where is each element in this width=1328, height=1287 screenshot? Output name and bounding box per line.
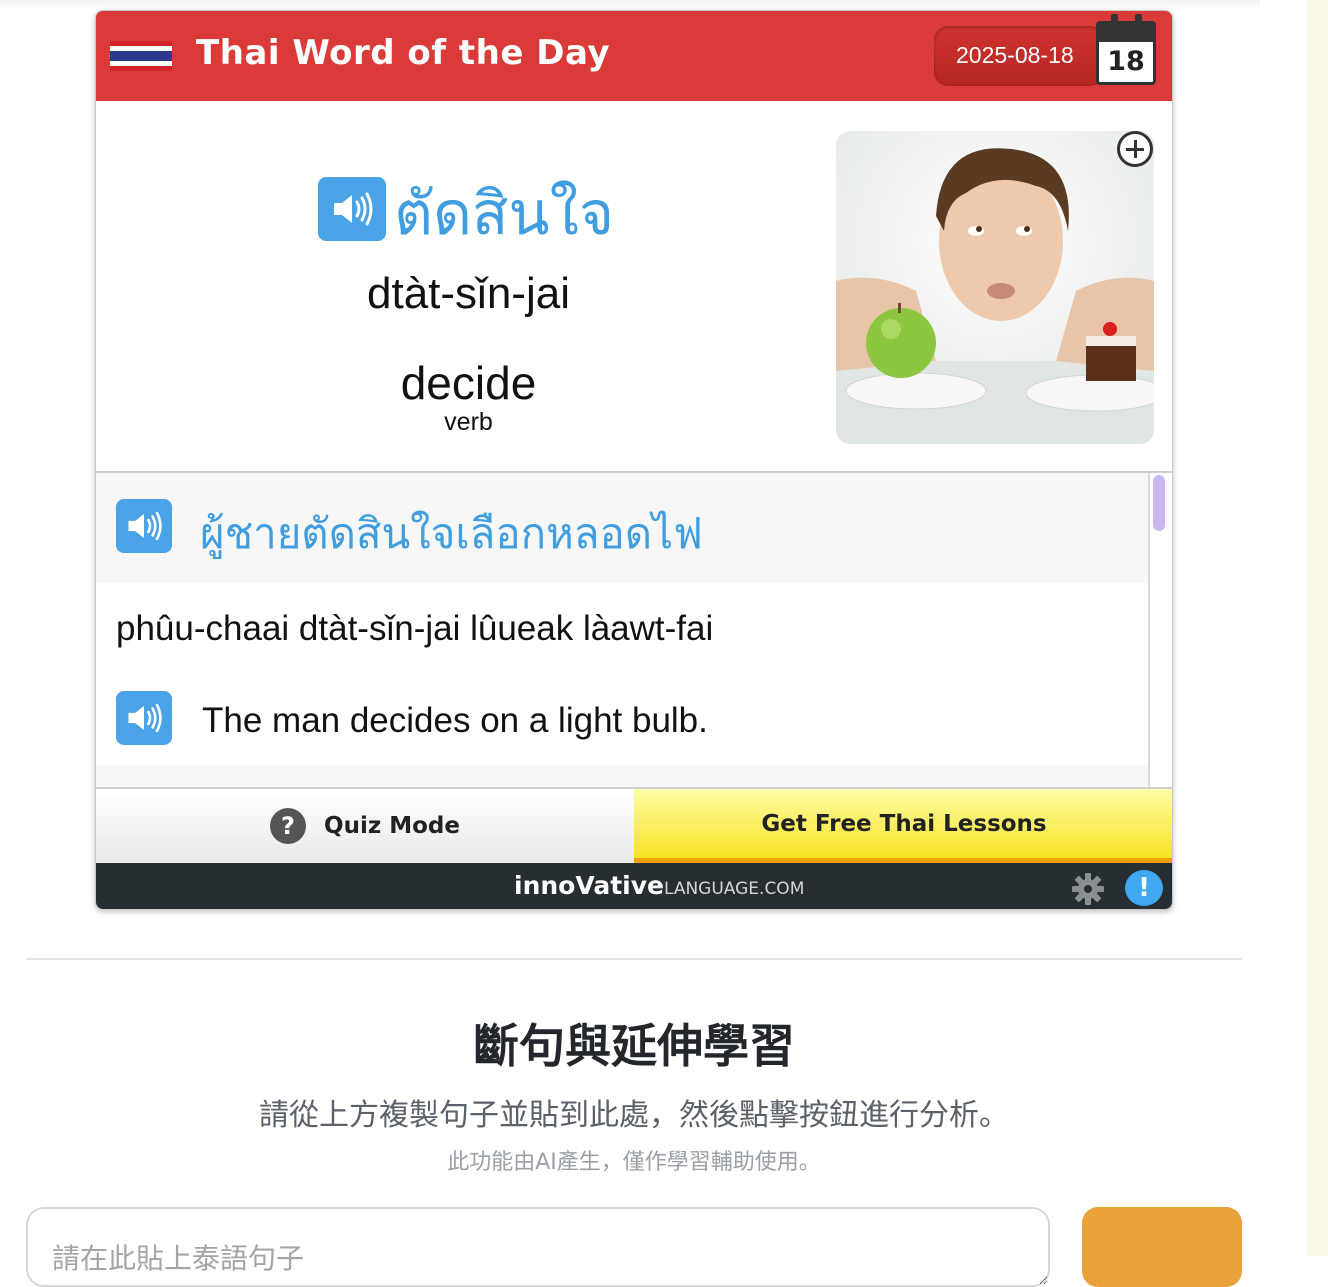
example-thai-row: ผู้ชายตัดสินใจเลือกหลอดไฟ	[96, 473, 1151, 583]
date-text: 2025-08-18	[956, 42, 1074, 68]
example-next-row	[96, 765, 1151, 789]
translation-audio-button[interactable]	[116, 691, 172, 745]
ai-disclaimer: 此功能由AI產生，僅作學習輔助使用。	[447, 1150, 821, 1175]
example-sentence-panel: ผู้ชายตัดสินใจเลือกหลอดไฟ phûu-chaai dtà…	[96, 473, 1151, 789]
word-audio-button[interactable]	[318, 177, 386, 241]
widget-footer: innoVativeLANGUAGE.COM !	[96, 863, 1172, 909]
example-translation: The man decides on a light bulb.	[202, 701, 708, 740]
analysis-section-title: 斷句與延伸學習	[473, 1019, 795, 1073]
innovative-language-logo[interactable]: innoVativeLANGUAGE.COM	[514, 871, 804, 900]
example-thai: ผู้ชายตัดสินใจเลือกหลอดไฟ	[200, 509, 703, 558]
analysis-instructions: 請從上方複製句子並貼到此處，然後點擊按鈕進行分析。	[259, 1098, 1009, 1133]
help-info-icon[interactable]: !	[1125, 870, 1163, 906]
example-audio-button[interactable]	[116, 499, 172, 553]
section-divider	[26, 958, 1242, 960]
calendar-icon[interactable]: 18	[1096, 14, 1156, 85]
page-right-margin	[1306, 0, 1328, 1256]
thai-sentence-input[interactable]	[26, 1207, 1050, 1287]
calendar-day: 18	[1107, 46, 1145, 77]
question-icon: ?	[270, 808, 307, 844]
analyze-button[interactable]	[1082, 1207, 1242, 1287]
date-badge: 2025-08-18	[934, 26, 1104, 86]
speaker-icon	[128, 511, 162, 541]
word-illustration-image[interactable]	[836, 131, 1154, 444]
quiz-mode-button[interactable]: ? Quiz Mode	[96, 789, 634, 863]
quiz-mode-label: Quiz Mode	[324, 813, 460, 839]
widget-header: Thai Word of the Day 2025-08-18 18	[96, 11, 1172, 101]
free-lessons-label: Get Free Thai Lessons	[761, 810, 1047, 837]
example-scrollbar-thumb[interactable]	[1153, 475, 1165, 531]
word-of-the-day-widget: Thai Word of the Day 2025-08-18 18 ตัดสิ…	[95, 10, 1173, 910]
widget-title: Thai Word of the Day	[196, 33, 611, 73]
speaker-icon	[334, 192, 373, 226]
zoom-plus-icon[interactable]	[1117, 131, 1153, 167]
free-lessons-button[interactable]: Get Free Thai Lessons	[634, 789, 1172, 863]
example-romanization: phûu-chaai dtàt-sǐn-jai lûueak làawt-fai	[116, 609, 714, 648]
word-section: ตัดสินใจ dtàt-sǐn-jai decide verb	[96, 101, 841, 471]
settings-gear-icon[interactable]	[1071, 872, 1105, 906]
word-romanization: dtàt-sǐn-jai	[367, 269, 570, 318]
part-of-speech: verb	[444, 408, 493, 436]
speaker-icon	[128, 703, 162, 733]
page-top-shadow	[0, 0, 1260, 10]
thai-word: ตัดสินใจ	[394, 179, 615, 249]
word-translation: decide	[400, 357, 537, 409]
thailand-flag-icon	[110, 41, 172, 71]
